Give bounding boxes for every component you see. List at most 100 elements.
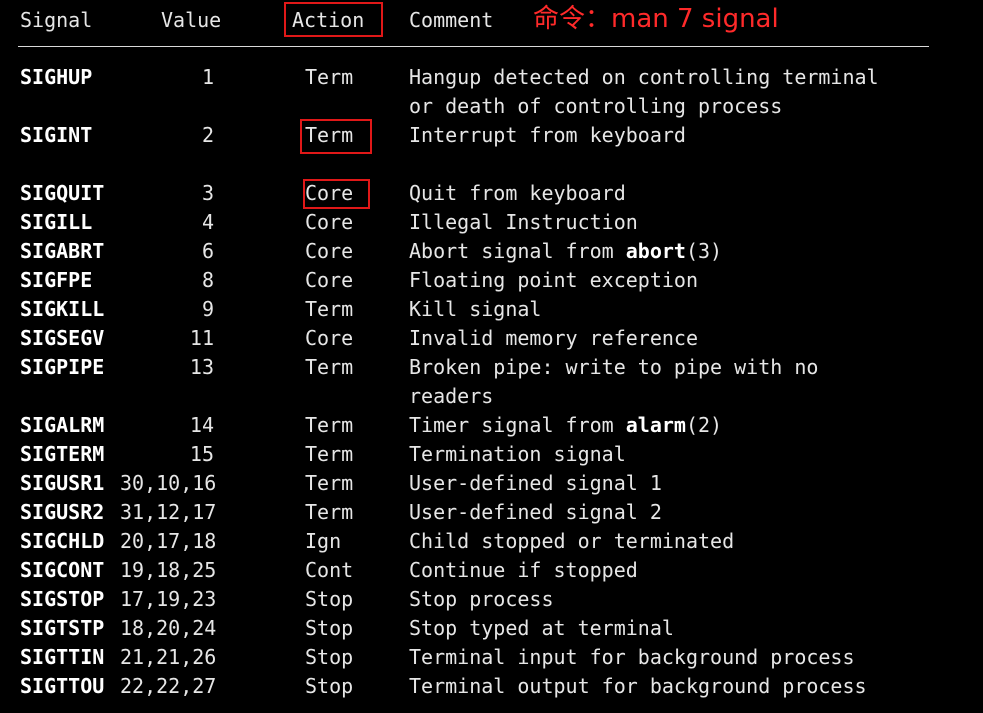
signal-comment-continued: readers bbox=[409, 384, 494, 408]
table-row: SIGSEGV 11 Core Invalid memory reference bbox=[0, 324, 983, 353]
signal-name: SIGABRT bbox=[20, 239, 105, 263]
signal-value: 14 bbox=[189, 413, 214, 437]
signal-name: SIGFPE bbox=[20, 268, 93, 292]
signal-comment: Termination signal bbox=[409, 442, 626, 466]
column-header-action: Action bbox=[292, 8, 365, 32]
signal-comment: Broken pipe: write to pipe with no bbox=[409, 355, 819, 379]
signal-action: Term bbox=[305, 355, 354, 379]
signal-action: Term bbox=[305, 471, 354, 495]
man-section-ref: (3) bbox=[685, 239, 723, 263]
table-row: SIGTTIN 21,21,26 Stop Terminal input for… bbox=[0, 643, 983, 672]
signal-name: SIGKILL bbox=[20, 297, 105, 321]
signal-action: Core bbox=[305, 210, 354, 234]
signal-comment: Quit from keyboard bbox=[409, 181, 626, 205]
signal-name: SIGTERM bbox=[20, 442, 105, 466]
signal-action: Stop bbox=[305, 587, 354, 611]
function-reference: alarm bbox=[625, 413, 686, 437]
signal-name: SIGILL bbox=[20, 210, 93, 234]
table-row: SIGABRT 6 Core Abort signal from abort(3… bbox=[0, 237, 983, 266]
signal-name: SIGTTOU bbox=[20, 674, 105, 698]
function-reference: abort bbox=[625, 239, 686, 263]
signal-action: Term bbox=[305, 413, 354, 437]
signal-comment: Continue if stopped bbox=[409, 558, 638, 582]
signal-name: SIGPIPE bbox=[20, 355, 105, 379]
table-row: SIGTERM 15 Term Termination signal bbox=[0, 440, 983, 469]
signal-name: SIGINT bbox=[20, 123, 93, 147]
column-header-value: Value bbox=[161, 8, 222, 32]
signal-action: Term bbox=[305, 123, 354, 147]
signal-name: SIGCHLD bbox=[20, 529, 105, 553]
signal-comment-text: Timer signal from bbox=[409, 413, 626, 437]
signal-comment: Kill signal bbox=[409, 297, 542, 321]
signal-value: 3 bbox=[201, 181, 214, 205]
table-row: SIGALRM 14 Term Timer signal from alarm(… bbox=[0, 411, 983, 440]
signal-value: 20,17,18 bbox=[120, 529, 217, 553]
table-row: SIGCONT 19,18,25 Cont Continue if stoppe… bbox=[0, 556, 983, 585]
signal-comment: Stop typed at terminal bbox=[409, 616, 674, 640]
signal-comment-text: Abort signal from bbox=[409, 239, 626, 263]
signal-name: SIGTTIN bbox=[20, 645, 105, 669]
signal-action: Term bbox=[305, 442, 354, 466]
header-divider bbox=[18, 46, 929, 47]
signal-comment: Terminal input for background process bbox=[409, 645, 855, 669]
signal-name: SIGSTOP bbox=[20, 587, 105, 611]
signal-value: 15 bbox=[189, 442, 214, 466]
signal-comment: Floating point exception bbox=[409, 268, 698, 292]
signal-value: 30,10,16 bbox=[120, 471, 217, 495]
table-row: SIGSTOP 17,19,23 Stop Stop process bbox=[0, 585, 983, 614]
table-row: SIGILL 4 Core Illegal Instruction bbox=[0, 208, 983, 237]
signal-comment: Invalid memory reference bbox=[409, 326, 698, 350]
signal-comment: Abort signal from abort(3) bbox=[409, 237, 722, 266]
signal-comment: User-defined signal 1 bbox=[409, 471, 662, 495]
signal-table-body: SIGHUP 1 Term Hangup detected on control… bbox=[0, 63, 983, 701]
signal-comment: Child stopped or terminated bbox=[409, 529, 735, 553]
column-header-signal: Signal bbox=[20, 8, 93, 32]
table-row: SIGUSR2 31,12,17 Term User-defined signa… bbox=[0, 498, 983, 527]
man-page-signal-table: Signal Value Action Comment 命令：man 7 sig… bbox=[0, 0, 983, 713]
table-row: SIGINT 2 Term Interrupt from keyboard bbox=[0, 121, 983, 179]
signal-comment: Timer signal from alarm(2) bbox=[409, 411, 722, 440]
signal-comment: Hangup detected on controlling terminal bbox=[409, 65, 879, 89]
table-row: SIGQUIT 3 Core Quit from keyboard bbox=[0, 179, 983, 208]
signal-comment: Terminal output for background process bbox=[409, 674, 867, 698]
signal-name: SIGUSR2 bbox=[20, 500, 105, 524]
signal-action: Stop bbox=[305, 645, 354, 669]
table-row: SIGKILL 9 Term Kill signal bbox=[0, 295, 983, 324]
signal-value: 11 bbox=[189, 326, 214, 350]
table-row: SIGUSR1 30,10,16 Term User-defined signa… bbox=[0, 469, 983, 498]
signal-name: SIGHUP bbox=[20, 65, 93, 89]
man-section-ref: (2) bbox=[685, 413, 723, 437]
signal-comment: Stop process bbox=[409, 587, 554, 611]
signal-comment: Illegal Instruction bbox=[409, 210, 638, 234]
signal-action: Stop bbox=[305, 616, 354, 640]
signal-name: SIGCONT bbox=[20, 558, 105, 582]
table-row: SIGFPE 8 Core Floating point exception bbox=[0, 266, 983, 295]
signal-action: Ign bbox=[305, 529, 342, 553]
column-header-comment: Comment bbox=[409, 8, 494, 32]
signal-value: 13 bbox=[189, 355, 214, 379]
signal-action: Core bbox=[305, 326, 354, 350]
table-row: SIGPIPE 13 Term Broken pipe: write to pi… bbox=[0, 353, 983, 411]
signal-value: 17,19,23 bbox=[120, 587, 217, 611]
signal-value: 2 bbox=[201, 123, 214, 147]
table-row: SIGHUP 1 Term Hangup detected on control… bbox=[0, 63, 983, 121]
signal-name: SIGQUIT bbox=[20, 181, 105, 205]
signal-action: Core bbox=[305, 268, 354, 292]
signal-value: 22,22,27 bbox=[120, 674, 217, 698]
table-row: SIGTTOU 22,22,27 Stop Terminal output fo… bbox=[0, 672, 983, 701]
table-row: SIGCHLD 20,17,18 Ign Child stopped or te… bbox=[0, 527, 983, 556]
signal-value: 31,12,17 bbox=[120, 500, 217, 524]
signal-value: 1 bbox=[201, 65, 214, 89]
signal-value: 6 bbox=[201, 239, 214, 263]
signal-comment: Interrupt from keyboard bbox=[409, 123, 686, 147]
annotation-command-note: 命令：man 7 signal bbox=[533, 4, 779, 34]
signal-value: 21,21,26 bbox=[120, 645, 217, 669]
signal-action: Term bbox=[305, 297, 354, 321]
signal-action: Stop bbox=[305, 674, 354, 698]
signal-action: Term bbox=[305, 65, 354, 89]
signal-action: Core bbox=[305, 239, 354, 263]
signal-value: 19,18,25 bbox=[120, 558, 217, 582]
signal-value: 9 bbox=[201, 297, 214, 321]
signal-action: Core bbox=[305, 181, 354, 205]
signal-value: 4 bbox=[201, 210, 214, 234]
